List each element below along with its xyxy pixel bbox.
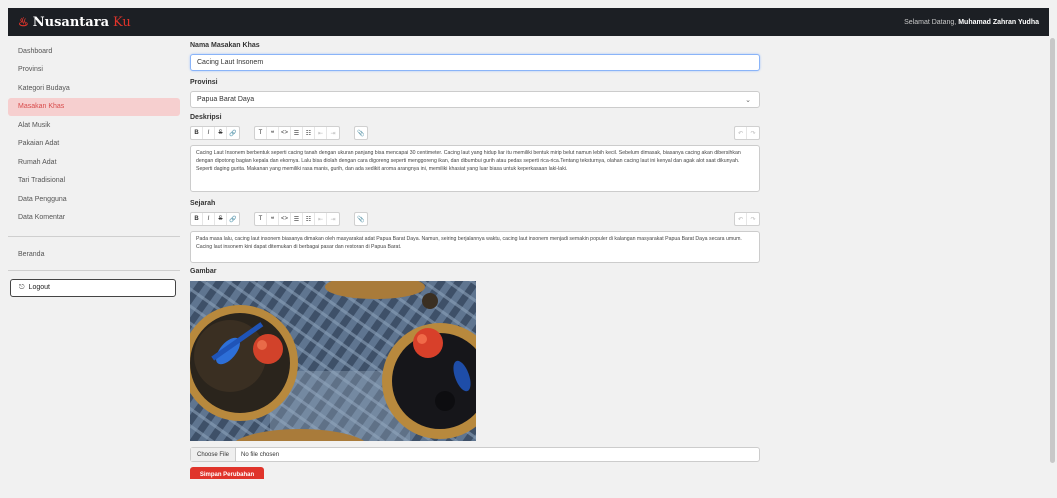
save-button[interactable]: Simpan Perubahan [190,467,264,479]
history-group: ↶ ↷ [734,126,760,140]
brand-accent: Ku [113,14,131,30]
sidebar-item-kategori-budaya[interactable]: Kategori Budaya [8,79,180,98]
heading-icon[interactable]: T [255,127,267,139]
file-input[interactable]: Choose File No file chosen [190,447,760,462]
indent-increase-icon[interactable]: ⇥ [327,127,339,139]
deskripsi-editor[interactable]: Cacing Laut Insonem berbentuk seperti ca… [190,145,760,192]
heading-icon[interactable]: T [255,213,267,225]
bold-icon[interactable]: B [191,127,203,139]
sidebar-item-data-pengguna[interactable]: Data Pengguna [8,190,180,209]
file-status: No file chosen [241,451,280,458]
sejarah-toolbar: B I S 🔗 T ❝ <> ☰ ☷ ⇤ ⇥ 📎 ↶ ↷ [190,211,760,227]
code-icon[interactable]: <> [279,127,291,139]
page-scrollbar[interactable] [1049,38,1056,463]
indent-increase-icon[interactable]: ⇥ [327,213,339,225]
attach-icon[interactable]: 📎 [355,213,367,225]
numbered-list-icon[interactable]: ☷ [303,213,315,225]
sidebar-item-dashboard[interactable]: Dashboard [8,42,180,61]
sejarah-label: Sejarah [190,200,216,207]
sidebar-item-provinsi[interactable]: Provinsi [8,61,180,80]
sidebar-item-data-komentar[interactable]: Data Komentar [8,209,180,228]
undo-icon[interactable]: ↶ [735,213,747,225]
attach-icon[interactable]: 📎 [355,127,367,139]
sidebar-item-beranda[interactable]: Beranda [8,245,180,264]
provinsi-value: Papua Barat Daya [197,96,255,103]
sidebar-divider [8,236,180,237]
user-greeting: Selamat Datang, Muhamad Zahran Yudha [904,19,1039,26]
format-group: B I S 🔗 [190,126,240,140]
logout-button[interactable]: ⎋ Logout [10,278,176,297]
sidebar-item-rumah-adat[interactable]: Rumah Adat [8,153,180,172]
code-icon[interactable]: <> [279,213,291,225]
deskripsi-label: Deskripsi [190,114,222,121]
deskripsi-toolbar: B I S 🔗 T ❝ <> ☰ ☷ ⇤ ⇥ 📎 ↶ ↷ [190,125,760,141]
logout-label: Logout [28,284,50,291]
provinsi-label: Provinsi [190,79,218,86]
attach-group: 📎 [354,212,368,226]
link-icon[interactable]: 🔗 [227,127,239,139]
block-group: T ❝ <> ☰ ☷ ⇤ ⇥ [254,126,340,140]
top-navbar: ♨ Nusantara Ku Selamat Datang, Muhamad Za… [8,8,1049,36]
nama-label: Nama Masakan Khas [190,42,260,49]
strikethrough-icon[interactable]: S [215,213,227,225]
strikethrough-icon[interactable]: S [215,127,227,139]
sidebar-item-tari-tradisional[interactable]: Tari Tradisional [8,172,180,191]
bullet-list-icon[interactable]: ☰ [291,213,303,225]
indent-decrease-icon[interactable]: ⇤ [315,127,327,139]
choose-file-button[interactable]: Choose File [191,448,237,461]
brand-icon: ♨ [18,15,29,29]
bullet-list-icon[interactable]: ☰ [291,127,303,139]
user-name: Muhamad Zahran Yudha [958,18,1039,26]
history-group: ↶ ↷ [734,212,760,226]
food-image [190,281,476,441]
chevron-down-icon: ⌄ [745,96,751,104]
sejarah-editor[interactable]: Pada masa lalu, cacing laut insonem bias… [190,231,760,263]
nama-input[interactable]: Cacing Laut Insonem [190,54,760,71]
quote-icon[interactable]: ❝ [267,127,279,139]
quote-icon[interactable]: ❝ [267,213,279,225]
italic-icon[interactable]: I [203,127,215,139]
food-photo [190,281,476,441]
brand-main: Nusantara [32,14,109,30]
indent-decrease-icon[interactable]: ⇤ [315,213,327,225]
italic-icon[interactable]: I [203,213,215,225]
format-group: B I S 🔗 [190,212,240,226]
undo-icon[interactable]: ↶ [735,127,747,139]
scrollbar-thumb[interactable] [1050,38,1055,463]
greeting-text: Selamat Datang, [904,18,957,26]
sidebar: Dashboard Provinsi Kategori Budaya Masak… [8,42,180,297]
redo-icon[interactable]: ↷ [747,127,759,139]
sidebar-item-masakan-khas[interactable]: Masakan Khas [8,97,180,116]
edit-form: Nama Masakan Khas Cacing Laut Insonem Pr… [190,42,760,479]
logout-icon: ⎋ [19,283,25,291]
bold-icon[interactable]: B [191,213,203,225]
link-icon[interactable]: 🔗 [227,213,239,225]
gambar-label: Gambar [190,268,217,275]
numbered-list-icon[interactable]: ☷ [303,127,315,139]
sidebar-item-pakaian-adat[interactable]: Pakaian Adat [8,135,180,154]
sidebar-item-alat-musik[interactable]: Alat Musik [8,116,180,135]
block-group: T ❝ <> ☰ ☷ ⇤ ⇥ [254,212,340,226]
provinsi-select[interactable]: Papua Barat Daya ⌄ [190,91,760,108]
sidebar-divider [8,269,180,271]
redo-icon[interactable]: ↷ [747,213,759,225]
brand-logo[interactable]: ♨ Nusantara Ku [18,15,131,30]
attach-group: 📎 [354,126,368,140]
